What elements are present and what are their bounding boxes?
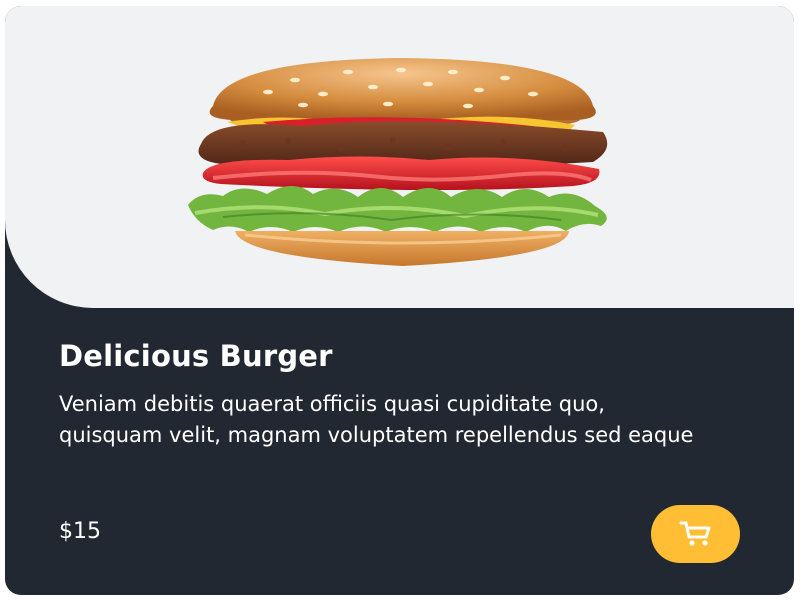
cart-icon	[679, 521, 710, 546]
product-description: Veniam debitis quaerat officiis quasi cu…	[59, 392, 694, 448]
product-title: Delicious Burger	[59, 339, 333, 373]
product-price: $15	[59, 519, 101, 544]
product-image-area	[5, 6, 794, 308]
add-to-cart-button[interactable]	[651, 505, 740, 563]
product-details: Delicious Burger Veniam debitis quaerat …	[59, 339, 709, 451]
burger-image	[188, 58, 608, 266]
product-card: Delicious Burger Veniam debitis quaerat …	[5, 6, 794, 595]
